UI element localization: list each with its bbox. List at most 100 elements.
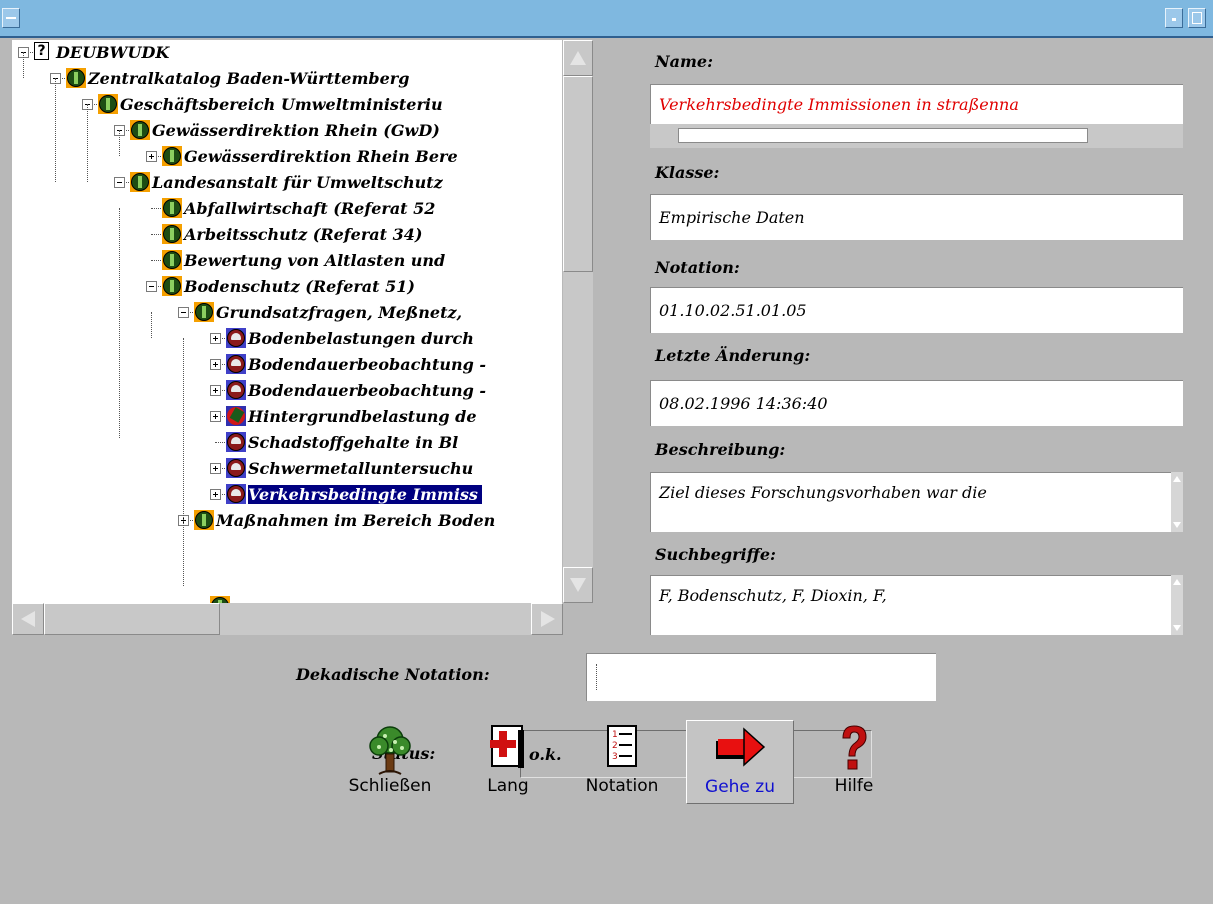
dekadische-notation-label: Dekadische Notation: bbox=[296, 665, 490, 684]
tree-item-label: Zentralkatalog Baden-Württemberg bbox=[88, 69, 410, 88]
question-icon: ? bbox=[34, 42, 49, 60]
beschreibung-scrollbar[interactable] bbox=[1171, 472, 1183, 532]
tree-guide-line bbox=[55, 78, 56, 182]
tree-item[interactable]: Bodenschutz (Referat 51) bbox=[12, 274, 562, 300]
notation-button[interactable]: 1 2 3 Notation bbox=[570, 718, 674, 804]
catalog-tree[interactable]: ? DEUBWUDK Zentralkatalog Baden-Württember… bbox=[12, 40, 562, 603]
green-catalog-icon bbox=[162, 198, 182, 218]
tree-guide-line bbox=[119, 208, 120, 438]
beschreibung-value: Ziel dieses Forschungsvorhaben war die bbox=[659, 483, 987, 502]
tree-item[interactable]: Bodendauerbeobachtung - bbox=[12, 352, 562, 378]
tree-item[interactable]: Bewertung von Altlasten und bbox=[12, 248, 562, 274]
tree-item[interactable]: Verkehrsbedingte Immiss bbox=[12, 482, 562, 508]
notation-field[interactable]: 01.10.02.51.01.05 bbox=[650, 287, 1183, 333]
tree-item[interactable]: Grundsatzfragen, Meßnetz, bbox=[12, 300, 562, 326]
tree-item-label: Grundsatzfragen, Meßnetz, bbox=[216, 303, 463, 322]
tree-item[interactable]: Arbeitsschutz (Referat 34) bbox=[12, 222, 562, 248]
green-catalog-icon bbox=[162, 250, 182, 270]
expand-toggle[interactable] bbox=[210, 385, 221, 396]
name-label: Name: bbox=[655, 52, 714, 71]
svg-text:3: 3 bbox=[612, 752, 618, 762]
tree-item[interactable]: Gewässerdirektion Rhein (GwD) bbox=[12, 118, 562, 144]
horizontal-scroll-thumb[interactable] bbox=[44, 603, 220, 635]
gehe-zu-label: Gehe zu bbox=[705, 777, 775, 797]
maximize-button[interactable] bbox=[1188, 8, 1206, 28]
suchbegriffe-scrollbar[interactable] bbox=[1171, 575, 1183, 635]
tree-item-label: Arbeitsschutz (Referat 34) bbox=[184, 225, 423, 244]
expand-toggle[interactable] bbox=[210, 359, 221, 370]
green-catalog-icon bbox=[194, 510, 214, 530]
tree-item[interactable]: Abfallwirtschaft (Referat 52 bbox=[12, 196, 562, 222]
window-title-bar[interactable] bbox=[0, 0, 1213, 38]
tree-vertical-scrollbar[interactable] bbox=[563, 40, 593, 603]
tree-item-label: Maßnahmen im Bereich Boden bbox=[216, 511, 496, 530]
svg-text:2: 2 bbox=[612, 741, 618, 751]
scroll-up-button[interactable] bbox=[563, 40, 593, 76]
klasse-value: Empirische Daten bbox=[659, 208, 805, 227]
scroll-right-button[interactable] bbox=[531, 603, 563, 635]
green-catalog-icon bbox=[162, 276, 182, 296]
gehe-zu-button[interactable]: Gehe zu bbox=[686, 720, 794, 804]
brown-data-icon bbox=[226, 484, 246, 504]
scroll-down-button[interactable] bbox=[563, 567, 593, 603]
collapse-toggle[interactable] bbox=[178, 307, 189, 318]
tree-item[interactable]: Maßnahmen im Bereich Boden bbox=[12, 508, 562, 534]
tree-item-label: DEUBWUDK bbox=[56, 43, 170, 62]
expand-toggle[interactable] bbox=[210, 333, 221, 344]
brown-data-icon bbox=[226, 328, 246, 348]
brown-data-icon bbox=[226, 354, 246, 374]
letzte-aenderung-field[interactable]: 08.02.1996 14:36:40 bbox=[650, 380, 1183, 426]
tree-item[interactable]: Gewässerdirektion Rhein Bere bbox=[12, 144, 562, 170]
expand-toggle[interactable] bbox=[210, 463, 221, 474]
name-field[interactable]: Verkehrsbedingte Immissionen in straßenn… bbox=[650, 84, 1183, 124]
tree-item[interactable]: Hintergrundbelastung de bbox=[12, 404, 562, 430]
schliessen-label: Schließen bbox=[348, 776, 432, 796]
name-horizontal-scrollbar[interactable] bbox=[650, 124, 1183, 148]
klasse-field[interactable]: Empirische Daten bbox=[650, 194, 1183, 240]
tree-item[interactable]: Zentralkatalog Baden-Württemberg bbox=[12, 66, 562, 92]
expand-toggle[interactable] bbox=[210, 411, 221, 422]
beschreibung-field[interactable]: Ziel dieses Forschungsvorhaben war die bbox=[650, 472, 1171, 532]
minimize-button[interactable] bbox=[1165, 8, 1183, 28]
collapse-toggle[interactable] bbox=[146, 281, 157, 292]
tree-item[interactable]: Landesanstalt für Umweltschutz bbox=[12, 170, 562, 196]
brown-data-icon bbox=[226, 432, 246, 452]
scroll-left-button[interactable] bbox=[12, 603, 44, 635]
suchbegriffe-field[interactable]: F, Bodenschutz, F, Dioxin, F, bbox=[650, 575, 1171, 635]
suchbegriffe-label: Suchbegriffe: bbox=[655, 545, 776, 564]
lang-button[interactable]: Lang bbox=[456, 718, 560, 804]
letzte-aenderung-label: Letzte Änderung: bbox=[655, 346, 811, 365]
green-catalog-icon bbox=[194, 302, 214, 322]
tree-item[interactable]: Schwermetalluntersuchu bbox=[12, 456, 562, 482]
collapse-toggle[interactable] bbox=[114, 177, 125, 188]
green-catalog-icon bbox=[162, 146, 182, 166]
hilfe-button[interactable]: Hilfe bbox=[802, 718, 906, 804]
tree-icon bbox=[369, 726, 411, 775]
tree-item-label: Bewertung von Altlasten und bbox=[184, 251, 446, 270]
expand-toggle[interactable] bbox=[146, 151, 157, 162]
expand-toggle[interactable] bbox=[210, 489, 221, 500]
tree-item[interactable]: ? DEUBWUDK bbox=[12, 40, 562, 66]
tree-item-label: Bodendauerbeobachtung - bbox=[248, 381, 487, 400]
scroll-thumb[interactable] bbox=[563, 76, 593, 272]
dekadische-notation-input[interactable] bbox=[586, 653, 936, 701]
name-scroll-thumb[interactable] bbox=[678, 128, 1088, 143]
tree-item[interactable]: Bodenbelastungen durch bbox=[12, 326, 562, 352]
schliessen-button[interactable]: Schließen bbox=[338, 718, 442, 804]
tree-guide-line bbox=[23, 52, 24, 78]
bird-icon bbox=[226, 406, 246, 426]
tree-item-label: Verkehrsbedingte Immiss bbox=[248, 485, 482, 504]
tree-item[interactable]: Bodendauerbeobachtung - bbox=[12, 378, 562, 404]
text-cursor bbox=[596, 664, 598, 690]
notation-button-label: Notation bbox=[585, 776, 659, 796]
tree-item[interactable]: Geschäftsbereich Umweltministeriu bbox=[12, 92, 562, 118]
red-arrow-icon bbox=[716, 727, 766, 767]
tree-horizontal-scrollbar[interactable] bbox=[12, 603, 563, 635]
red-cross-document-icon bbox=[490, 725, 524, 768]
lang-label: Lang bbox=[487, 776, 529, 796]
tree-item[interactable]: Schadstoffgehalte in Bl bbox=[12, 430, 562, 456]
green-catalog-icon bbox=[162, 224, 182, 244]
window-menu-button[interactable] bbox=[2, 8, 20, 28]
tree-guide-line bbox=[151, 312, 152, 338]
tree-item-label: Gewässerdirektion Rhein (GwD) bbox=[152, 121, 440, 140]
